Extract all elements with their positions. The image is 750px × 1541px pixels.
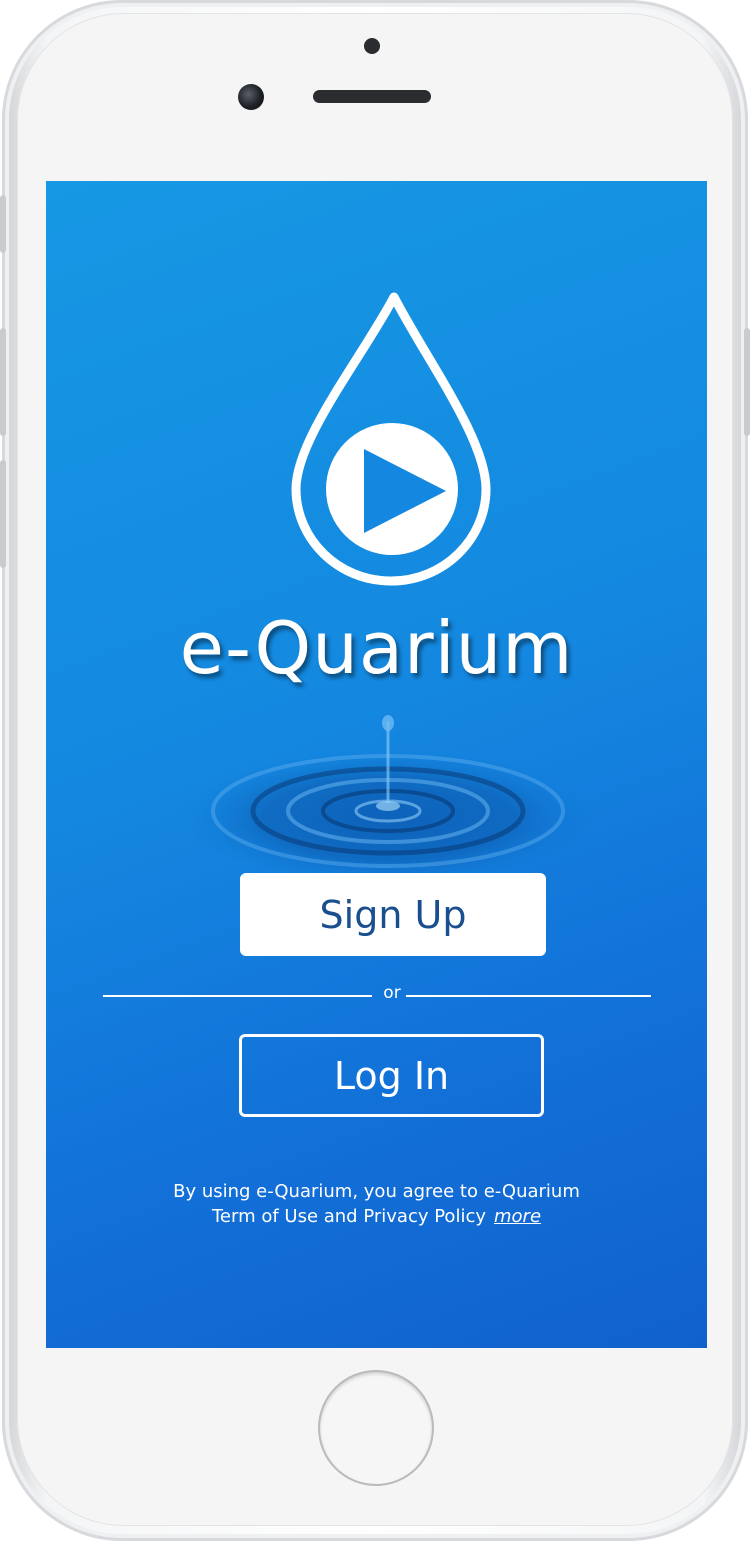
more-link[interactable]: more xyxy=(494,1206,541,1227)
power-button xyxy=(744,328,750,436)
water-ripple-illustration xyxy=(178,715,586,881)
terms-line-2: Term of Use and Privacy Policy more xyxy=(46,1204,707,1229)
log-in-button[interactable]: Log In xyxy=(239,1034,544,1117)
volume-down-button xyxy=(0,460,6,568)
proximity-sensor xyxy=(364,38,380,54)
divider-line-left xyxy=(103,995,372,997)
sign-up-button[interactable]: Sign Up xyxy=(240,873,546,956)
divider-line-right xyxy=(406,995,651,997)
water-drop-play-icon xyxy=(291,292,491,586)
home-button[interactable] xyxy=(320,1372,432,1484)
app-screen: e-Quarium Sign Up or Log In By using e-Q… xyxy=(46,181,707,1348)
terms-policy-text: Term of Use and Privacy Policy xyxy=(211,1206,486,1227)
mute-switch xyxy=(0,195,6,253)
earpiece-speaker xyxy=(313,90,431,103)
phone-frame: e-Quarium Sign Up or Log In By using e-Q… xyxy=(0,0,750,1541)
volume-up-button xyxy=(0,328,6,436)
terms-line-1: By using e-Quarium, you agree to e-Quari… xyxy=(173,1181,580,1202)
brand-name: e-Quarium xyxy=(179,606,574,690)
divider-or-text: or xyxy=(383,983,401,1003)
terms-notice: By using e-Quarium, you agree to e-Quari… xyxy=(46,1179,707,1229)
front-camera-icon xyxy=(238,84,264,110)
or-divider: or xyxy=(103,983,651,1007)
